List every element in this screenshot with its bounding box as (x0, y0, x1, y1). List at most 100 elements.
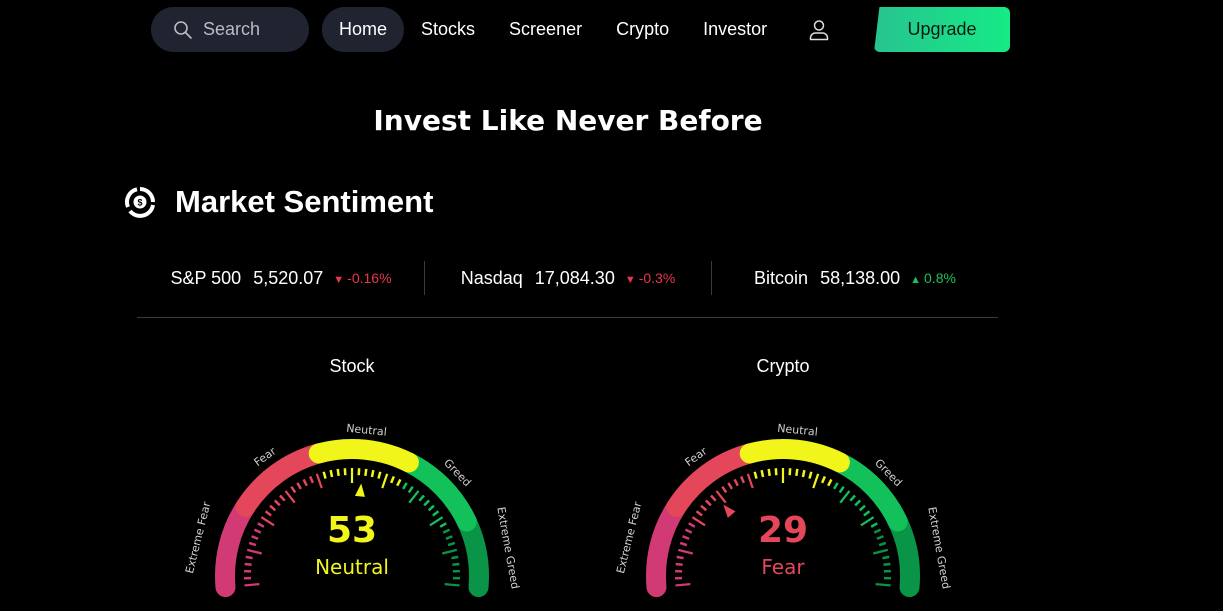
gauge-tick (872, 548, 889, 555)
ticker-name: Bitcoin (754, 267, 809, 288)
gauge-tick (444, 583, 460, 587)
ticker-sp500[interactable]: S&P 500 5,520.07 ▼ -0.16% (138, 261, 424, 295)
top-nav: Search Home Stocks Screener Crypto Inves… (151, 7, 831, 52)
gauge-segment-extreme-fear (646, 496, 687, 598)
gauge-tick (389, 475, 396, 484)
nav-investor[interactable]: Investor (686, 7, 784, 52)
gauge-label: Fear (761, 555, 805, 579)
user-icon[interactable] (807, 18, 831, 42)
gauge-tick (284, 490, 296, 504)
gauge-tick (704, 499, 712, 507)
gauge-pointer-icon (354, 483, 365, 497)
zone-label-neutral: Neutral (346, 422, 388, 439)
svg-text:$: $ (137, 198, 142, 208)
gauge-tick (876, 535, 884, 540)
gauge-tick (396, 478, 402, 487)
gauge-tick (820, 475, 827, 484)
gauge-tick (315, 473, 323, 489)
gauge-segment-neutral (308, 439, 419, 473)
gauge-tick (273, 499, 281, 507)
gauge-tick (760, 469, 765, 478)
ticker-change: ▼ -0.3% (624, 270, 676, 286)
gauge-segment-extreme-greed (887, 511, 920, 598)
gauge-tick (290, 485, 297, 494)
gauge-tick (445, 535, 453, 540)
gauge-tick (407, 485, 414, 494)
gauge-tick (682, 535, 690, 540)
gauge-tick (248, 541, 257, 547)
gauge-tick (870, 522, 878, 528)
nav-home[interactable]: Home (322, 7, 405, 52)
zone-label-neutral: Neutral (777, 422, 819, 439)
gauge-tick (677, 548, 694, 555)
gauge-tick (721, 485, 728, 494)
zone-label-extreme-greed: Extreme Greed (494, 506, 522, 590)
gauge-tick (427, 504, 435, 512)
section-title: Market Sentiment (175, 184, 434, 219)
ticker-price: 17,084.30 (534, 267, 615, 288)
gauge-tick (700, 504, 708, 512)
section-divider (137, 317, 998, 318)
search-icon (174, 20, 192, 39)
gauge-title-stock: Stock (329, 356, 375, 376)
gauge-tick (452, 562, 460, 566)
nav-stocks[interactable]: Stocks (404, 7, 492, 52)
gauge-tick (269, 504, 277, 512)
ticker-name: S&P 500 (170, 267, 242, 288)
ticker-bar: S&P 500 5,520.07 ▼ -0.16% Nasdaq 17,084.3… (138, 261, 998, 295)
hero-title: Invest Like Never Before (373, 104, 763, 137)
search-placeholder: Search (203, 19, 261, 39)
gauge-tick (746, 473, 754, 489)
search-input[interactable]: Search (151, 7, 309, 52)
gauge-tick (439, 522, 447, 528)
gauge-tick (423, 499, 431, 507)
gauge-tick (739, 475, 746, 484)
gauge-tick (441, 548, 458, 555)
gauge-tick (882, 555, 890, 560)
gauge-tick (364, 468, 368, 477)
gauge-tick (370, 469, 375, 478)
gauge-tick (827, 478, 833, 487)
gauge-tick (257, 522, 265, 528)
gauge-tick (244, 562, 252, 566)
ticker-name: Nasdaq (460, 267, 523, 288)
gauge-tick (753, 471, 758, 479)
gauge-tick (244, 583, 260, 587)
gauge-tick (260, 516, 275, 527)
gauge-tick (858, 504, 866, 512)
gauge-title-crypto: Crypto (756, 356, 810, 376)
gauge-tick (429, 516, 444, 527)
upgrade-button[interactable]: Upgrade (874, 7, 1010, 52)
down-arrow-icon: ▼ (333, 274, 345, 286)
gauge-label: Neutral (315, 555, 389, 579)
nav-crypto[interactable]: Crypto (599, 7, 686, 52)
gauge-tick (676, 555, 684, 560)
gauge-tick (695, 510, 703, 517)
ticker-price: 58,138.00 (820, 267, 901, 288)
gauge-tick (296, 482, 302, 490)
gauge-tick (253, 528, 262, 534)
gauge-tick (684, 528, 693, 534)
gauge-tick (432, 510, 440, 517)
gauge-tick (245, 555, 253, 560)
ticker-bitcoin[interactable]: Bitcoin 58,138.00 ▲ 0.8% (712, 261, 998, 295)
gauge-tick (688, 522, 696, 528)
nav-screener[interactable]: Screener (492, 7, 599, 52)
gauge-tick (408, 490, 420, 504)
gauge-tick (860, 516, 875, 527)
gauge-segment-extreme-greed (456, 511, 489, 598)
gauge-tick (308, 475, 315, 484)
gauge-tick (873, 528, 882, 534)
crypto-sentiment-gauge: 29FearExtreme FearFearNeutralGreedExtrem… (614, 422, 953, 598)
ticker-nasdaq[interactable]: Nasdaq 17,084.30 ▼ -0.3% (425, 261, 711, 295)
gauge-tick (451, 555, 459, 560)
gauge-tick (833, 482, 839, 490)
gauge-tick (336, 468, 340, 477)
gauge-tick (839, 490, 851, 504)
gauge-tick (251, 535, 259, 540)
gauge-tick (246, 548, 263, 555)
gauge-tick (675, 562, 683, 566)
ticker-change: ▲ 0.8% (910, 270, 956, 286)
gauge-tick (808, 471, 813, 479)
gauge-tick (302, 478, 308, 487)
